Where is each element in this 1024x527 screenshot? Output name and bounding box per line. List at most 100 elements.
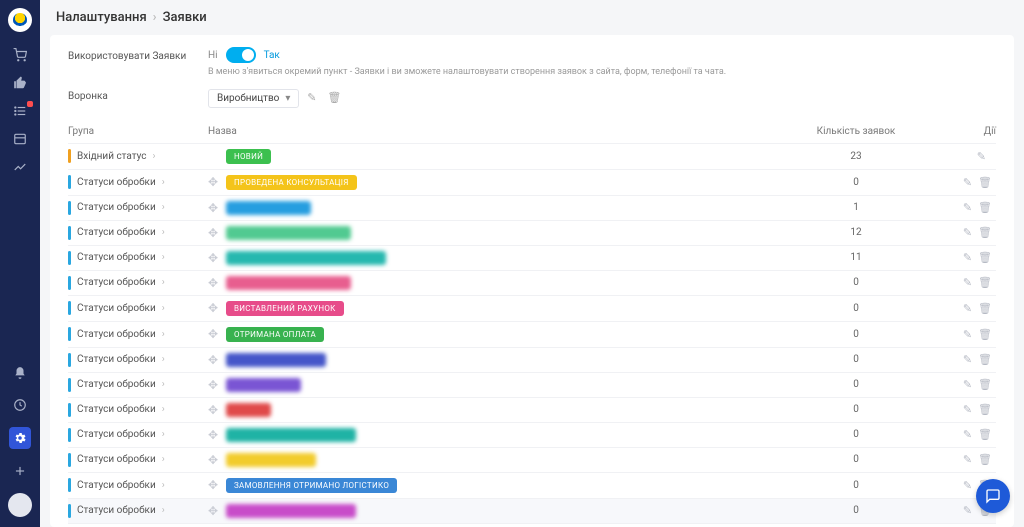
status-pill[interactable] bbox=[226, 276, 351, 290]
chevron-right-icon: › bbox=[153, 151, 156, 162]
status-pill[interactable]: НОВИЙ bbox=[226, 149, 271, 164]
status-pill[interactable] bbox=[226, 453, 316, 467]
status-row[interactable]: Статуси обробки›✥0✎🗑 bbox=[68, 498, 996, 523]
status-row[interactable]: Статуси обробки›✥ВИСТАВЛЕНИЙ РАХУНОК0✎🗑 bbox=[68, 295, 996, 321]
drag-handle-icon[interactable]: ✥ bbox=[208, 478, 218, 492]
status-pill[interactable]: ПРОВЕДЕНА КОНСУЛЬТАЦІЯ bbox=[226, 175, 357, 190]
list-icon[interactable] bbox=[11, 104, 29, 118]
row-group-label: Вхідний статус bbox=[77, 151, 147, 162]
chevron-right-icon: › bbox=[162, 404, 165, 415]
status-row[interactable]: Статуси обробки›✥0✎🗑 bbox=[68, 422, 996, 447]
delete-icon[interactable]: 🗑 bbox=[978, 378, 992, 391]
status-pill[interactable]: ЗАМОВЛЕННЯ ОТРИМАНО ЛОГІСТИКО bbox=[226, 478, 397, 493]
edit-icon[interactable]: ✎ bbox=[963, 378, 972, 391]
edit-icon[interactable]: ✎ bbox=[963, 226, 972, 239]
funnel-select[interactable]: Виробництво ▾ bbox=[208, 89, 299, 108]
drag-handle-icon[interactable]: ✥ bbox=[208, 201, 218, 215]
thumb-icon[interactable] bbox=[11, 76, 29, 90]
status-pill[interactable] bbox=[226, 428, 356, 442]
edit-funnel-icon[interactable]: ✎ bbox=[302, 87, 322, 107]
delete-icon[interactable]: 🗑 bbox=[978, 328, 992, 341]
edit-icon[interactable]: ✎ bbox=[963, 479, 972, 492]
col-actions: Дії bbox=[946, 126, 996, 137]
status-row[interactable]: Статуси обробки›✥ПРОВЕДЕНА КОНСУЛЬТАЦІЯ0… bbox=[68, 169, 996, 195]
edit-icon[interactable]: ✎ bbox=[963, 353, 972, 366]
bell-icon[interactable] bbox=[10, 363, 30, 383]
drag-handle-icon[interactable]: ✥ bbox=[208, 175, 218, 189]
drag-handle-icon[interactable]: ✥ bbox=[208, 251, 218, 265]
status-pill[interactable]: ОТРИМАНА ОПЛАТА bbox=[226, 327, 324, 342]
drag-handle-icon[interactable]: ✥ bbox=[208, 403, 218, 417]
status-row[interactable]: Статуси обробки›✥12✎🗑 bbox=[68, 220, 996, 245]
status-pill[interactable]: ВИСТАВЛЕНИЙ РАХУНОК bbox=[226, 301, 344, 316]
plus-icon[interactable] bbox=[10, 461, 30, 481]
status-row[interactable]: Статуси обробки›✥11✎🗑 bbox=[68, 245, 996, 270]
use-requests-label: Використовувати Заявки bbox=[68, 47, 208, 62]
edit-icon[interactable]: ✎ bbox=[963, 428, 972, 441]
edit-icon[interactable]: ✎ bbox=[963, 251, 972, 264]
chat-fab[interactable] bbox=[976, 479, 1010, 513]
delete-icon[interactable]: 🗑 bbox=[978, 226, 992, 239]
status-pill[interactable] bbox=[226, 353, 326, 367]
status-row[interactable]: Статуси обробки›✥0✎🗑 bbox=[68, 270, 996, 295]
use-requests-toggle[interactable] bbox=[226, 47, 256, 63]
status-pill[interactable] bbox=[226, 403, 271, 417]
status-row[interactable]: Статуси обробки›✥ЗАМОВЛЕННЯ ОТРИМАНО ЛОГ… bbox=[68, 472, 996, 498]
analytics-icon[interactable] bbox=[11, 160, 29, 174]
edit-icon[interactable]: ✎ bbox=[963, 403, 972, 416]
chevron-right-icon: › bbox=[162, 202, 165, 213]
edit-icon[interactable]: ✎ bbox=[963, 302, 972, 315]
row-count: 0 bbox=[766, 480, 946, 491]
edit-icon[interactable]: ✎ bbox=[963, 504, 972, 517]
status-row[interactable]: Статуси обробки›✥ТОВАР ВІДПРАВЛЕНИЙ0✎🗑 bbox=[68, 523, 996, 527]
delete-icon[interactable]: 🗑 bbox=[978, 276, 992, 289]
delete-icon[interactable]: 🗑 bbox=[978, 353, 992, 366]
delete-icon[interactable]: 🗑 bbox=[978, 453, 992, 466]
status-row[interactable]: Статуси обробки›✥1✎🗑 bbox=[68, 195, 996, 220]
status-row[interactable]: Статуси обробки›✥0✎🗑 bbox=[68, 372, 996, 397]
delete-icon[interactable]: 🗑 bbox=[978, 176, 992, 189]
status-row[interactable]: Статуси обробки›✥0✎🗑 bbox=[68, 397, 996, 422]
cart-icon[interactable] bbox=[11, 48, 29, 62]
drag-handle-icon[interactable]: ✥ bbox=[208, 301, 218, 315]
drag-handle-icon[interactable]: ✥ bbox=[208, 378, 218, 392]
delete-icon[interactable]: 🗑 bbox=[978, 251, 992, 264]
delete-icon[interactable]: 🗑 bbox=[978, 201, 992, 214]
tasks-icon[interactable] bbox=[11, 132, 29, 146]
delete-icon[interactable]: 🗑 bbox=[978, 403, 992, 416]
edit-icon[interactable]: ✎ bbox=[963, 276, 972, 289]
settings-icon[interactable] bbox=[9, 427, 31, 449]
drag-handle-icon[interactable]: ✥ bbox=[208, 226, 218, 240]
row-count: 0 bbox=[766, 379, 946, 390]
drag-handle-icon[interactable]: ✥ bbox=[208, 504, 218, 518]
user-avatar[interactable] bbox=[8, 493, 32, 517]
status-pill[interactable] bbox=[226, 504, 356, 518]
drag-handle-icon[interactable]: ✥ bbox=[208, 327, 218, 341]
delete-icon[interactable]: 🗑 bbox=[978, 302, 992, 315]
edit-icon[interactable]: ✎ bbox=[963, 328, 972, 341]
delete-funnel-icon[interactable]: 🗑 bbox=[324, 87, 344, 107]
row-accent bbox=[68, 403, 71, 417]
drag-handle-icon[interactable]: ✥ bbox=[208, 453, 218, 467]
edit-icon[interactable]: ✎ bbox=[963, 176, 972, 189]
status-row[interactable]: Статуси обробки›✥ОТРИМАНА ОПЛАТА0✎🗑 bbox=[68, 321, 996, 347]
drag-handle-icon[interactable]: ✥ bbox=[208, 276, 218, 290]
breadcrumb-root[interactable]: Налаштування bbox=[56, 10, 147, 25]
edit-icon[interactable]: ✎ bbox=[977, 150, 986, 163]
delete-icon[interactable]: 🗑 bbox=[978, 428, 992, 441]
status-pill[interactable] bbox=[226, 226, 351, 240]
chevron-right-icon: › bbox=[162, 227, 165, 238]
status-pill[interactable] bbox=[226, 378, 301, 392]
status-pill[interactable] bbox=[226, 251, 386, 265]
edit-icon[interactable]: ✎ bbox=[963, 453, 972, 466]
edit-icon[interactable]: ✎ bbox=[963, 201, 972, 214]
status-row[interactable]: Статуси обробки›✥0✎🗑 bbox=[68, 447, 996, 472]
app-logo[interactable] bbox=[8, 8, 32, 32]
status-row[interactable]: Статуси обробки›✥0✎🗑 bbox=[68, 347, 996, 372]
drag-handle-icon[interactable]: ✥ bbox=[208, 428, 218, 442]
drag-handle-icon[interactable]: ✥ bbox=[208, 353, 218, 367]
row-accent bbox=[68, 276, 71, 290]
clock-icon[interactable] bbox=[10, 395, 30, 415]
status-pill[interactable] bbox=[226, 201, 311, 215]
status-row[interactable]: Вхідний статус›НОВИЙ23✎ bbox=[68, 143, 996, 169]
